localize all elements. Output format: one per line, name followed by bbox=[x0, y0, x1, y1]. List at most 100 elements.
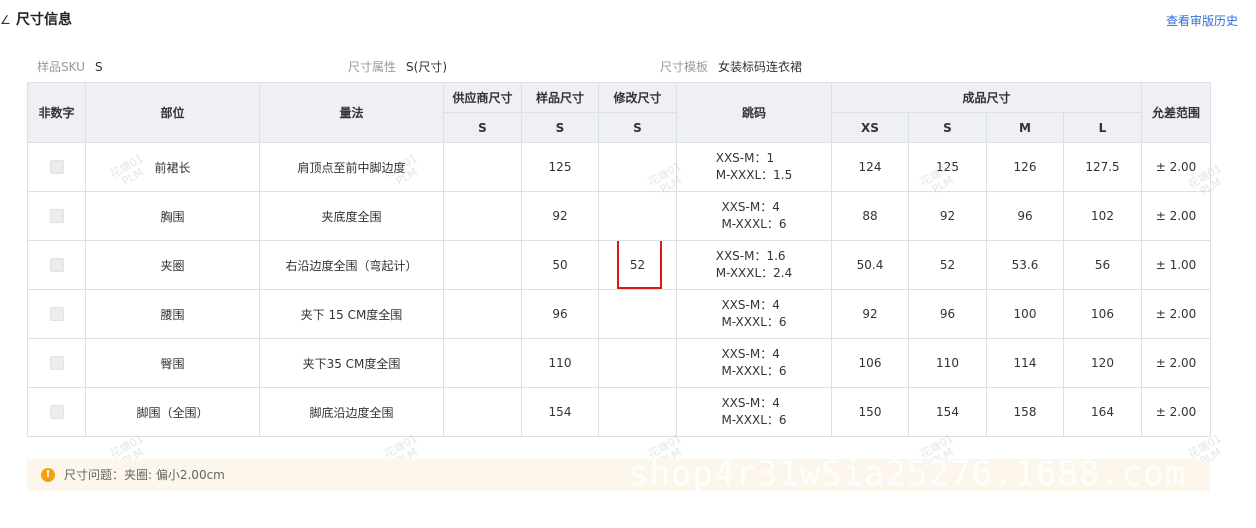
finished-xs-cell: 92 bbox=[831, 289, 909, 339]
header-supplier: 供应商尺寸 bbox=[443, 82, 522, 113]
tolerance-cell: ± 1.00 bbox=[1141, 240, 1212, 290]
meta-template: 尺寸模板 女装标码连衣裙 bbox=[660, 58, 802, 76]
grading-cell: XXS-M：1.6 M-XXXL：2.4 bbox=[676, 240, 832, 290]
table-row: 夹圈 右沿边度全围（弯起计） 50 52 XXS-M：1.6 M-XXXL：2.… bbox=[27, 240, 1212, 290]
supplier-size-cell[interactable] bbox=[443, 387, 522, 437]
header-sample: 样品尺寸 bbox=[521, 82, 599, 113]
shop-url-watermark: shop4r31wSia25276.1688.com bbox=[628, 454, 1187, 494]
finished-l-cell: 127.5 bbox=[1062, 142, 1143, 192]
non-numeric-cell bbox=[27, 142, 86, 192]
grading-text: XXS-M：1 M-XXXL：1.5 bbox=[715, 151, 793, 182]
finished-xs-cell: 150 bbox=[831, 387, 909, 437]
non-numeric-checkbox[interactable] bbox=[49, 356, 64, 371]
part-cell: 腰围 bbox=[85, 289, 260, 339]
sample-size-cell: 96 bbox=[521, 289, 599, 339]
finished-l-cell: 102 bbox=[1062, 191, 1143, 241]
finished-l-cell: 106 bbox=[1062, 289, 1143, 339]
sample-size-cell: 110 bbox=[521, 338, 599, 388]
non-numeric-cell bbox=[27, 289, 86, 339]
header-non-numeric: 非数字 bbox=[27, 82, 86, 143]
non-numeric-cell bbox=[27, 387, 86, 437]
subheader-l: L bbox=[1062, 112, 1143, 143]
non-numeric-checkbox[interactable] bbox=[49, 160, 64, 175]
meta-attr-label: 尺寸属性 bbox=[348, 60, 397, 74]
finished-s-cell: 52 bbox=[908, 240, 987, 290]
finished-m-cell: 114 bbox=[986, 338, 1064, 388]
non-numeric-checkbox[interactable] bbox=[49, 209, 64, 224]
section-title: 尺寸信息 bbox=[16, 12, 72, 28]
header-modified: 修改尺寸 bbox=[598, 82, 677, 113]
grading-text: XXS-M：1.6 M-XXXL：2.4 bbox=[715, 249, 793, 280]
non-numeric-checkbox[interactable] bbox=[49, 307, 64, 322]
supplier-size-cell[interactable] bbox=[443, 240, 522, 290]
method-cell: 脚底沿边度全围 bbox=[259, 387, 444, 437]
meta-template-label: 尺寸模板 bbox=[660, 60, 709, 74]
part-cell: 前裙长 bbox=[85, 142, 260, 192]
subheader-m: M bbox=[986, 112, 1064, 143]
supplier-size-cell[interactable] bbox=[443, 142, 522, 192]
finished-l-cell: 164 bbox=[1062, 387, 1143, 437]
method-cell: 夹下 15 CM度全围 bbox=[259, 289, 444, 339]
non-numeric-cell bbox=[27, 338, 86, 388]
finished-xs-cell: 124 bbox=[831, 142, 909, 192]
subheader-supplier-s: S bbox=[443, 112, 522, 143]
finished-m-cell: 96 bbox=[986, 191, 1064, 241]
table-row: 脚围（全围） 脚底沿边度全围 154 XXS-M：4 M-XXXL：6 150 … bbox=[27, 387, 1212, 437]
subheader-modified-s: S bbox=[598, 112, 677, 143]
warning-icon: ! bbox=[41, 468, 55, 482]
finished-l-cell: 56 bbox=[1062, 240, 1143, 290]
subheader-s: S bbox=[908, 112, 987, 143]
header-finished: 成品尺寸 bbox=[830, 82, 1143, 113]
table-row: 臀围 夹下35 CM度全围 110 XXS-M：4 M-XXXL：6 106 1… bbox=[27, 338, 1212, 388]
finished-s-cell: 96 bbox=[908, 289, 987, 339]
modified-size-cell[interactable] bbox=[598, 289, 677, 339]
finished-s-cell: 110 bbox=[908, 338, 987, 388]
modified-size-cell[interactable] bbox=[598, 387, 677, 437]
size-meta-row: 样品SKU S 尺寸属性 S(尺寸) 尺寸模板 女装标码连衣裙 bbox=[0, 58, 1256, 76]
non-numeric-checkbox[interactable] bbox=[49, 405, 64, 420]
finished-s-cell: 92 bbox=[908, 191, 987, 241]
meta-attr-value: S(尺寸) bbox=[406, 60, 447, 74]
grading-text: XXS-M：4 M-XXXL：6 bbox=[721, 200, 787, 231]
part-cell: 胸围 bbox=[85, 191, 260, 241]
non-numeric-cell bbox=[27, 240, 86, 290]
grading-cell: XXS-M：4 M-XXXL：6 bbox=[676, 387, 832, 437]
grading-cell: XXS-M：4 M-XXXL：6 bbox=[676, 191, 832, 241]
finished-m-cell: 100 bbox=[986, 289, 1064, 339]
method-cell: 夹底度全围 bbox=[259, 191, 444, 241]
sample-size-cell: 50 bbox=[521, 240, 599, 290]
meta-sku-label: 样品SKU bbox=[37, 60, 85, 74]
modified-size-cell[interactable]: 52 bbox=[598, 240, 677, 290]
table-row: 腰围 夹下 15 CM度全围 96 XXS-M：4 M-XXXL：6 92 96… bbox=[27, 289, 1212, 339]
modified-size-cell[interactable] bbox=[598, 142, 677, 192]
method-cell: 右沿边度全围（弯起计） bbox=[259, 240, 444, 290]
method-cell: 肩顶点至前中脚边度 bbox=[259, 142, 444, 192]
sample-size-cell: 154 bbox=[521, 387, 599, 437]
warning-text: 尺寸问题：夹圈: 偏小2.00cm bbox=[64, 468, 225, 482]
supplier-size-cell[interactable] bbox=[443, 338, 522, 388]
part-cell: 夹圈 bbox=[85, 240, 260, 290]
modified-size-cell[interactable] bbox=[598, 338, 677, 388]
supplier-size-cell[interactable] bbox=[443, 289, 522, 339]
non-numeric-cell bbox=[27, 191, 86, 241]
supplier-size-cell[interactable] bbox=[443, 191, 522, 241]
grading-text: XXS-M：4 M-XXXL：6 bbox=[721, 347, 787, 378]
finished-m-cell: 158 bbox=[986, 387, 1064, 437]
grading-text: XXS-M：4 M-XXXL：6 bbox=[721, 298, 787, 329]
subheader-xs: XS bbox=[831, 112, 909, 143]
header-part: 部位 bbox=[85, 82, 260, 143]
modified-size-value: 52 bbox=[629, 258, 646, 272]
view-review-history-link[interactable]: 查看审版历史 bbox=[1166, 13, 1238, 29]
grading-text: XXS-M：4 M-XXXL：6 bbox=[721, 396, 787, 427]
finished-l-cell: 120 bbox=[1062, 338, 1143, 388]
section-header: ∠ 尺寸信息 查看审版历史 bbox=[0, 10, 1256, 32]
part-cell: 臀围 bbox=[85, 338, 260, 388]
header-tolerance: 允差范围 bbox=[1141, 82, 1212, 143]
tolerance-cell: ± 2.00 bbox=[1141, 142, 1212, 192]
non-numeric-checkbox[interactable] bbox=[49, 258, 64, 273]
modified-size-cell[interactable] bbox=[598, 191, 677, 241]
grading-cell: XXS-M：1 M-XXXL：1.5 bbox=[676, 142, 832, 192]
tolerance-cell: ± 2.00 bbox=[1141, 338, 1212, 388]
collapse-chevron-icon[interactable]: ∠ bbox=[0, 11, 12, 29]
table-row: 前裙长 肩顶点至前中脚边度 125 XXS-M：1 M-XXXL：1.5 124… bbox=[27, 142, 1212, 192]
